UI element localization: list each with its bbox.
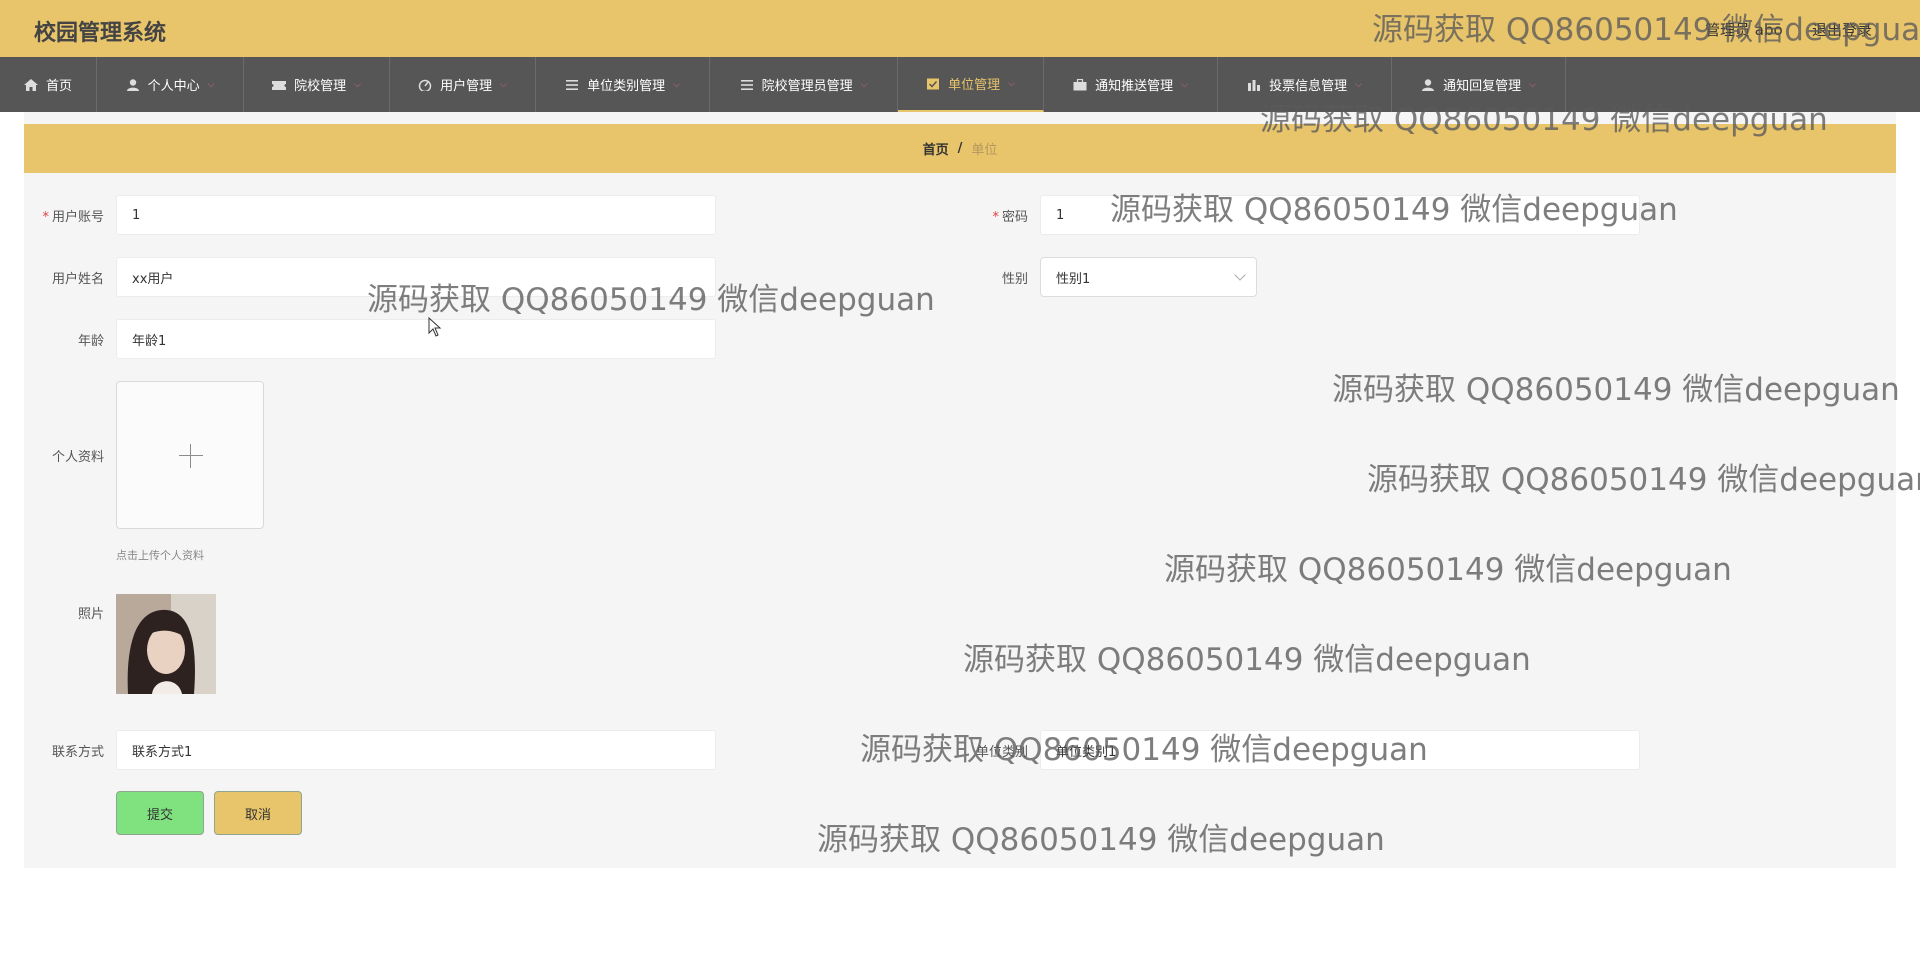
unit-category-input[interactable]: 单位类别1: [1040, 730, 1640, 770]
nav-item-home[interactable]: 首页: [0, 57, 97, 112]
main-nav: 首页 个人中心 ⌵ 院校管理 ⌵ 用户管理 ⌵ 单位类别管理 ⌵ 院校管理员管理…: [0, 57, 1920, 112]
submit-button[interactable]: 提交: [116, 791, 204, 835]
required-mark: *: [42, 210, 49, 225]
app-title: 校园管理系统: [34, 21, 167, 46]
unit-category-label: 单位类别: [975, 745, 1028, 760]
chevron-down-icon: ⌵: [354, 79, 361, 90]
briefcase-icon: [1073, 78, 1087, 90]
nav-label: 单位管理: [948, 78, 1001, 93]
ticket-icon: [272, 80, 287, 90]
profile-label: 个人资料: [51, 450, 104, 465]
nav-label: 院校管理: [294, 79, 347, 94]
gender-label: 性别: [1001, 272, 1028, 287]
age-input[interactable]: 年龄1: [116, 319, 716, 359]
gender-select[interactable]: 性别1: [1040, 257, 1257, 297]
home-icon: [23, 78, 38, 91]
nav-label: 投票信息管理: [1269, 79, 1348, 94]
nav-item-notification-push[interactable]: 通知推送管理 ⌵: [1044, 57, 1218, 112]
user-icon: [1422, 78, 1435, 91]
account-input[interactable]: 1: [116, 195, 716, 235]
chevron-down-icon: ⌵: [500, 79, 507, 90]
chevron-down-icon: ⌵: [1008, 78, 1015, 89]
chevron-down-icon: ⌵: [860, 79, 868, 90]
chevron-down-icon: [1234, 269, 1246, 281]
nav-label: 首页: [45, 79, 72, 94]
contact-label: 联系方式: [51, 745, 104, 760]
logout-link[interactable]: 退出登录: [1812, 19, 1872, 40]
password-input[interactable]: 1: [1040, 195, 1640, 235]
age-label: 年龄: [77, 334, 104, 349]
password-label: * 密码: [992, 210, 1028, 225]
breadcrumb-separator: /: [957, 141, 963, 156]
gender-select-value: 性别1: [1056, 271, 1091, 287]
user-icon: [126, 78, 139, 91]
nav-item-user-management[interactable]: 用户管理 ⌵: [390, 57, 536, 112]
check-square-icon: [927, 78, 940, 89]
chevron-down-icon: ⌵: [673, 79, 680, 90]
nav-label: 通知回复管理: [1443, 79, 1522, 94]
required-mark: *: [992, 210, 999, 225]
list-icon: [566, 79, 579, 90]
chevron-down-icon: ⌵: [1181, 79, 1188, 90]
bar-chart-icon: [1248, 79, 1261, 91]
photo-thumbnail[interactable]: [116, 594, 216, 694]
nav-label: 院校管理员管理: [761, 79, 853, 94]
current-user: 管理员 abo: [1705, 21, 1783, 39]
nav-label: 单位类别管理: [587, 79, 666, 94]
chevron-down-icon: ⌵: [1355, 79, 1362, 90]
profile-upload-box[interactable]: [116, 381, 264, 529]
gauge-icon: [418, 79, 432, 91]
top-header: 校园管理系统 管理员 abo 退出登录: [0, 0, 1920, 57]
chevron-down-icon: ⌵: [207, 79, 215, 90]
account-label: * 用户账号: [42, 210, 104, 225]
nav-label: 用户管理: [440, 79, 493, 94]
breadcrumb: 首页 / 单位: [24, 124, 1896, 173]
nav-item-vote-info[interactable]: 投票信息管理 ⌵: [1218, 57, 1392, 112]
nav-label: 通知推送管理: [1095, 79, 1174, 94]
profile-upload-hint: 点击上传个人资料: [116, 549, 204, 562]
nav-label: 个人中心: [147, 79, 200, 94]
plus-icon: [190, 444, 191, 468]
breadcrumb-current: 单位: [971, 143, 998, 158]
nav-item-unit-category[interactable]: 单位类别管理 ⌵: [536, 57, 710, 112]
nav-item-unit-management[interactable]: 单位管理 ⌵: [898, 57, 1044, 112]
nav-item-school-admin[interactable]: 院校管理员管理 ⌵: [710, 57, 898, 112]
name-label: 用户姓名: [51, 272, 104, 287]
mouse-cursor-icon: [428, 317, 442, 337]
nav-item-notification-reply[interactable]: 通知回复管理 ⌵: [1392, 57, 1566, 112]
nav-item-personal-center[interactable]: 个人中心 ⌵: [97, 57, 244, 112]
cancel-button[interactable]: 取消: [214, 791, 302, 835]
name-input[interactable]: xx用户: [116, 257, 716, 297]
contact-input[interactable]: 联系方式1: [116, 730, 716, 770]
chevron-down-icon: ⌵: [1529, 79, 1536, 90]
plus-icon: [179, 455, 203, 456]
list-icon: [740, 79, 753, 90]
nav-item-school-management[interactable]: 院校管理 ⌵: [244, 57, 390, 112]
breadcrumb-home[interactable]: 首页: [923, 139, 949, 158]
photo-label: 照片: [77, 607, 104, 622]
